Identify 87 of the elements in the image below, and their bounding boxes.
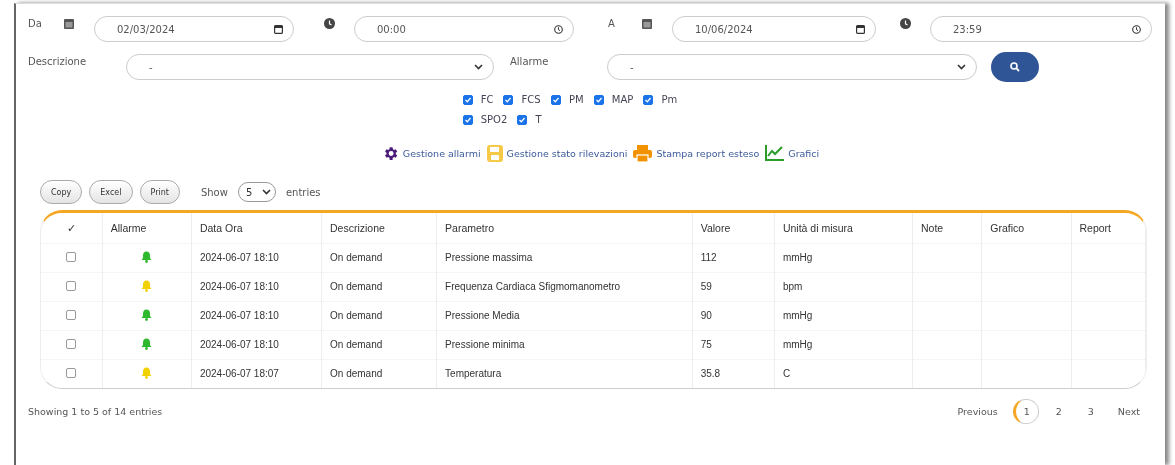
checkbox-label: PM (568, 94, 584, 105)
table-cell: C (782, 368, 791, 380)
checkbox[interactable] (517, 115, 528, 125)
column-header[interactable]: Descrizione (321, 213, 437, 243)
table-cell: 2024-06-07 18:07 (199, 368, 279, 380)
checkbox-label: MAP (611, 94, 634, 105)
checkbox[interactable] (593, 95, 604, 105)
table-cell: 59 (700, 281, 712, 292)
page-link[interactable]: 3 (1078, 399, 1103, 424)
show-label: Show (200, 186, 228, 198)
column-header: ✓ (41, 213, 103, 243)
row-checkbox[interactable] (66, 280, 77, 291)
from-label: Da (28, 17, 43, 29)
column-header[interactable]: Report (1071, 213, 1146, 243)
chevron-down-icon[interactable] (261, 189, 271, 195)
column-header[interactable]: Allarme (102, 213, 192, 243)
page-link[interactable]: 2 (1046, 399, 1071, 424)
chevron-down-icon[interactable] (474, 64, 483, 70)
table-cell: 35.8 (700, 368, 721, 380)
table-cell: Pressione Media (445, 310, 520, 321)
clock-icon (324, 18, 335, 29)
calendar-icon[interactable] (856, 24, 865, 34)
line-chart-icon (765, 145, 785, 161)
action-link[interactable]: Stampa report esteso (633, 144, 760, 162)
row-checkbox[interactable] (66, 309, 77, 320)
table-cell: 2024-06-07 18:10 (199, 310, 279, 321)
checkbox-label: FC (480, 94, 494, 105)
export-button[interactable]: Print (139, 180, 180, 204)
action-link[interactable]: Gestione stato rilevazioni (486, 144, 628, 162)
clock-icon[interactable] (1132, 24, 1141, 34)
table-cell: 2024-06-07 18:10 (199, 252, 279, 263)
checkbox-label: Pm (661, 94, 678, 105)
search-icon (1010, 62, 1020, 72)
table-cell: mmHg (782, 252, 813, 263)
table-cell: 112 (700, 252, 717, 263)
printer-icon (633, 144, 653, 162)
export-button[interactable]: Copy (40, 180, 83, 204)
table-cell: On demand (330, 252, 383, 263)
previous-link[interactable]: Previous (950, 399, 1005, 424)
table-cell: Pressione massima (445, 252, 533, 263)
checkbox[interactable] (643, 95, 654, 105)
to-label: A (608, 17, 616, 29)
column-header[interactable]: Unità di misura (774, 213, 913, 243)
entries-info: Showing 1 to 5 of 14 entries (28, 406, 163, 417)
table-cell: mmHg (782, 339, 813, 350)
table-cell: On demand (330, 368, 383, 380)
calendar-icon (64, 18, 74, 29)
checkbox-label: T (535, 114, 542, 125)
row-checkbox[interactable] (66, 367, 77, 378)
checkbox-label: FCS (521, 94, 541, 105)
table-cell: 2024-06-07 18:10 (199, 281, 279, 292)
action-link[interactable]: Gestione allarmi (381, 144, 481, 162)
table-cell: On demand (330, 339, 383, 350)
clock-icon (900, 18, 911, 29)
checkbox[interactable] (462, 115, 473, 125)
clock-icon[interactable] (554, 24, 563, 34)
column-header[interactable]: Data Ora (191, 213, 322, 243)
column-header[interactable]: Parametro (436, 213, 693, 243)
table-cell: 90 (700, 310, 712, 321)
column-header[interactable]: Note (912, 213, 982, 243)
chevron-down-icon[interactable] (957, 64, 966, 70)
table-cell: 2024-06-07 18:10 (199, 339, 279, 350)
table-cell: On demand (330, 281, 383, 292)
export-button[interactable]: Excel (89, 180, 133, 204)
table-cell: Temperatura (445, 368, 502, 380)
entries-label: entries (285, 186, 321, 198)
checkbox[interactable] (550, 95, 561, 105)
action-link[interactable]: Grafici (765, 145, 820, 161)
row-checkbox[interactable] (66, 338, 77, 349)
table-cell: Frequenza Cardiaca Sfigmomanometro (445, 281, 621, 292)
table-cell: bpm (782, 281, 803, 292)
table-cell: 75 (700, 339, 712, 350)
table-cell: Pressione minima (445, 339, 525, 350)
checkbox[interactable] (462, 95, 473, 105)
column-header[interactable]: Valore (692, 213, 775, 243)
table-cell: mmHg (782, 310, 813, 321)
next-link[interactable]: Next (1110, 399, 1147, 424)
calendar-icon (642, 18, 652, 29)
checkbox-label: SPO2 (480, 114, 508, 125)
calendar-icon[interactable] (274, 24, 283, 34)
row-checkbox[interactable] (66, 251, 77, 262)
description-label: Descrizione (28, 55, 88, 67)
column-header[interactable]: Grafico (981, 213, 1071, 243)
alarm-label: Allarme (510, 55, 550, 67)
checkbox[interactable] (503, 95, 514, 105)
search-button[interactable] (991, 52, 1039, 82)
table-cell: On demand (330, 310, 383, 321)
